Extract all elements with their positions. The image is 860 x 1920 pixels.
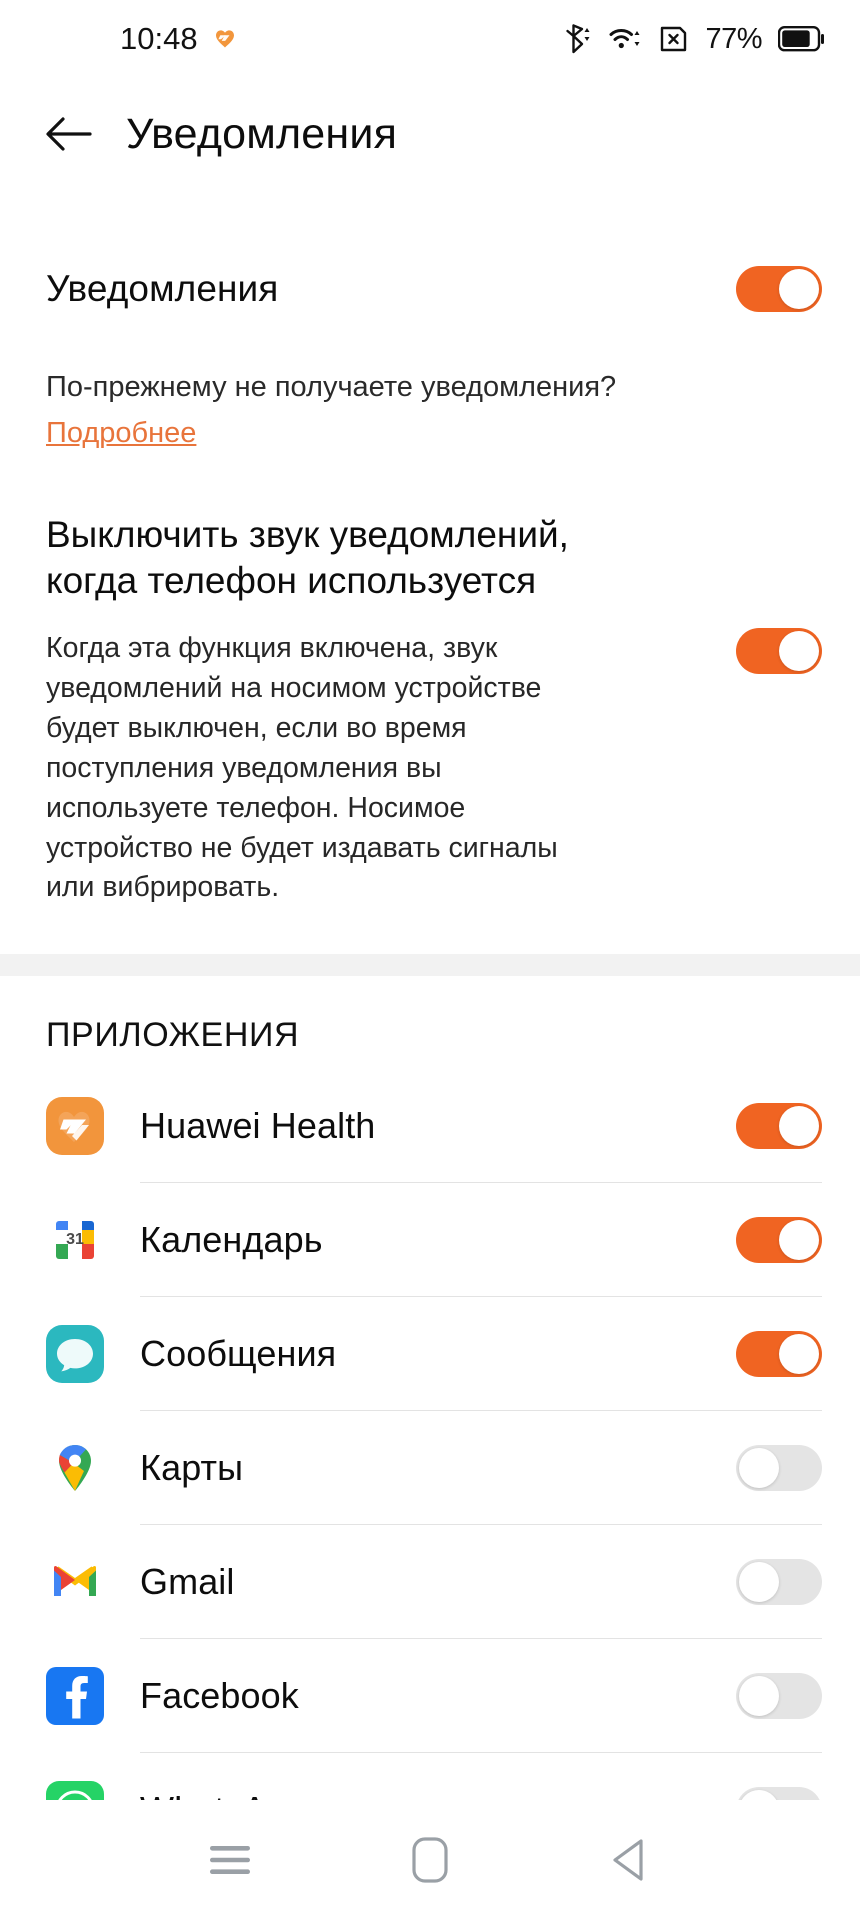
apps-section-header: ПРИЛОЖЕНИЯ [46, 1016, 300, 1055]
notifications-toggle-label: Уведомления [46, 267, 279, 309]
recents-menu-icon[interactable] [195, 1825, 265, 1895]
no-sim-card-icon [659, 24, 689, 54]
notifications-toggle-row[interactable]: Уведомления [0, 252, 860, 326]
status-bar-left: 10:48 [120, 21, 238, 57]
apps-list: Huawei Health 31 Календарь Сообщения Кар… [0, 1069, 860, 1800]
app-name-label: Карты [140, 1447, 244, 1489]
battery-icon [778, 26, 824, 52]
app-toggle-facebook[interactable] [736, 1673, 822, 1720]
section-divider [0, 954, 860, 977]
app-name-label: Календарь [140, 1219, 323, 1261]
notifications-hint-block: По-прежнему не получаете уведомления? По… [0, 368, 860, 450]
toggle-knob [739, 1448, 779, 1489]
app-toggle-calendar[interactable] [736, 1217, 822, 1264]
app-row-whatsapp[interactable]: WhatsApp [46, 1753, 860, 1800]
google-calendar-icon: 31 [46, 1211, 104, 1269]
battery-percent-label: 77% [705, 22, 762, 55]
toggle-knob [739, 1676, 779, 1717]
app-row-calendar[interactable]: 31 Календарь [46, 1183, 860, 1298]
facebook-icon [46, 1667, 104, 1726]
toggle-knob [779, 1106, 819, 1147]
silence-toggle-wrapper [586, 512, 822, 674]
bluetooth-transfer-icon [565, 23, 593, 55]
app-row-maps[interactable]: Карты [46, 1411, 860, 1526]
silence-toggle-switch[interactable] [736, 627, 822, 674]
toggle-knob [779, 268, 819, 309]
toggle-knob [779, 1220, 819, 1261]
home-icon[interactable] [395, 1825, 465, 1895]
title-bar: Уведомления [0, 78, 860, 190]
silence-section-title: Выключить звук уведомлений, когда телефо… [46, 513, 569, 602]
phone-screen: 10:48 77% Уведомления Уведомления По-пре… [0, 0, 860, 1920]
notifications-toggle-switch[interactable] [736, 265, 822, 312]
app-toggle-whatsapp[interactable] [736, 1787, 822, 1800]
toggle-knob [739, 1790, 779, 1800]
app-toggle-messages[interactable] [736, 1331, 822, 1378]
messages-icon [46, 1325, 104, 1384]
app-name-label: Gmail [140, 1561, 235, 1603]
silence-notifications-section[interactable]: Выключить звук уведомлений, когда телефо… [0, 512, 860, 908]
back-arrow-icon[interactable] [46, 114, 92, 154]
system-navigation-bar [0, 1800, 860, 1920]
app-row-gmail[interactable]: Gmail [46, 1525, 860, 1640]
huawei-health-icon [212, 26, 238, 52]
page-title: Уведомления [126, 109, 398, 158]
back-triangle-icon[interactable] [595, 1825, 665, 1895]
whatsapp-icon [46, 1781, 104, 1800]
toggle-knob [739, 1562, 779, 1603]
gmail-icon [46, 1553, 104, 1611]
app-row-huawei-health[interactable]: Huawei Health [46, 1069, 860, 1184]
app-toggle-maps[interactable] [736, 1445, 822, 1492]
google-maps-icon [46, 1439, 104, 1497]
status-bar-right: 77% [565, 23, 824, 56]
app-name-label: Сообщения [140, 1333, 337, 1375]
wifi-icon [609, 24, 643, 54]
app-name-label: Huawei Health [140, 1105, 376, 1147]
silence-section-description: Когда эта функция включена, звук уведомл… [46, 632, 558, 904]
app-toggle-huawei-health[interactable] [736, 1103, 822, 1150]
app-row-messages[interactable]: Сообщения [46, 1297, 860, 1412]
app-toggle-gmail[interactable] [736, 1559, 822, 1606]
app-name-label: WhatsApp [140, 1789, 307, 1800]
app-name-label: Facebook [140, 1675, 299, 1717]
learn-more-link[interactable]: Подробнее [46, 417, 196, 450]
hint-question-text: По-прежнему не получаете уведомления? [46, 370, 617, 403]
toggle-knob [779, 630, 819, 671]
svg-text:31: 31 [66, 1231, 84, 1248]
silence-text-block: Выключить звук уведомлений, когда телефо… [46, 512, 586, 908]
status-clock: 10:48 [120, 21, 198, 56]
toggle-knob [779, 1334, 819, 1375]
app-row-facebook[interactable]: Facebook [46, 1639, 860, 1754]
huawei-health-icon [46, 1097, 104, 1156]
status-bar: 10:48 77% [0, 0, 860, 78]
